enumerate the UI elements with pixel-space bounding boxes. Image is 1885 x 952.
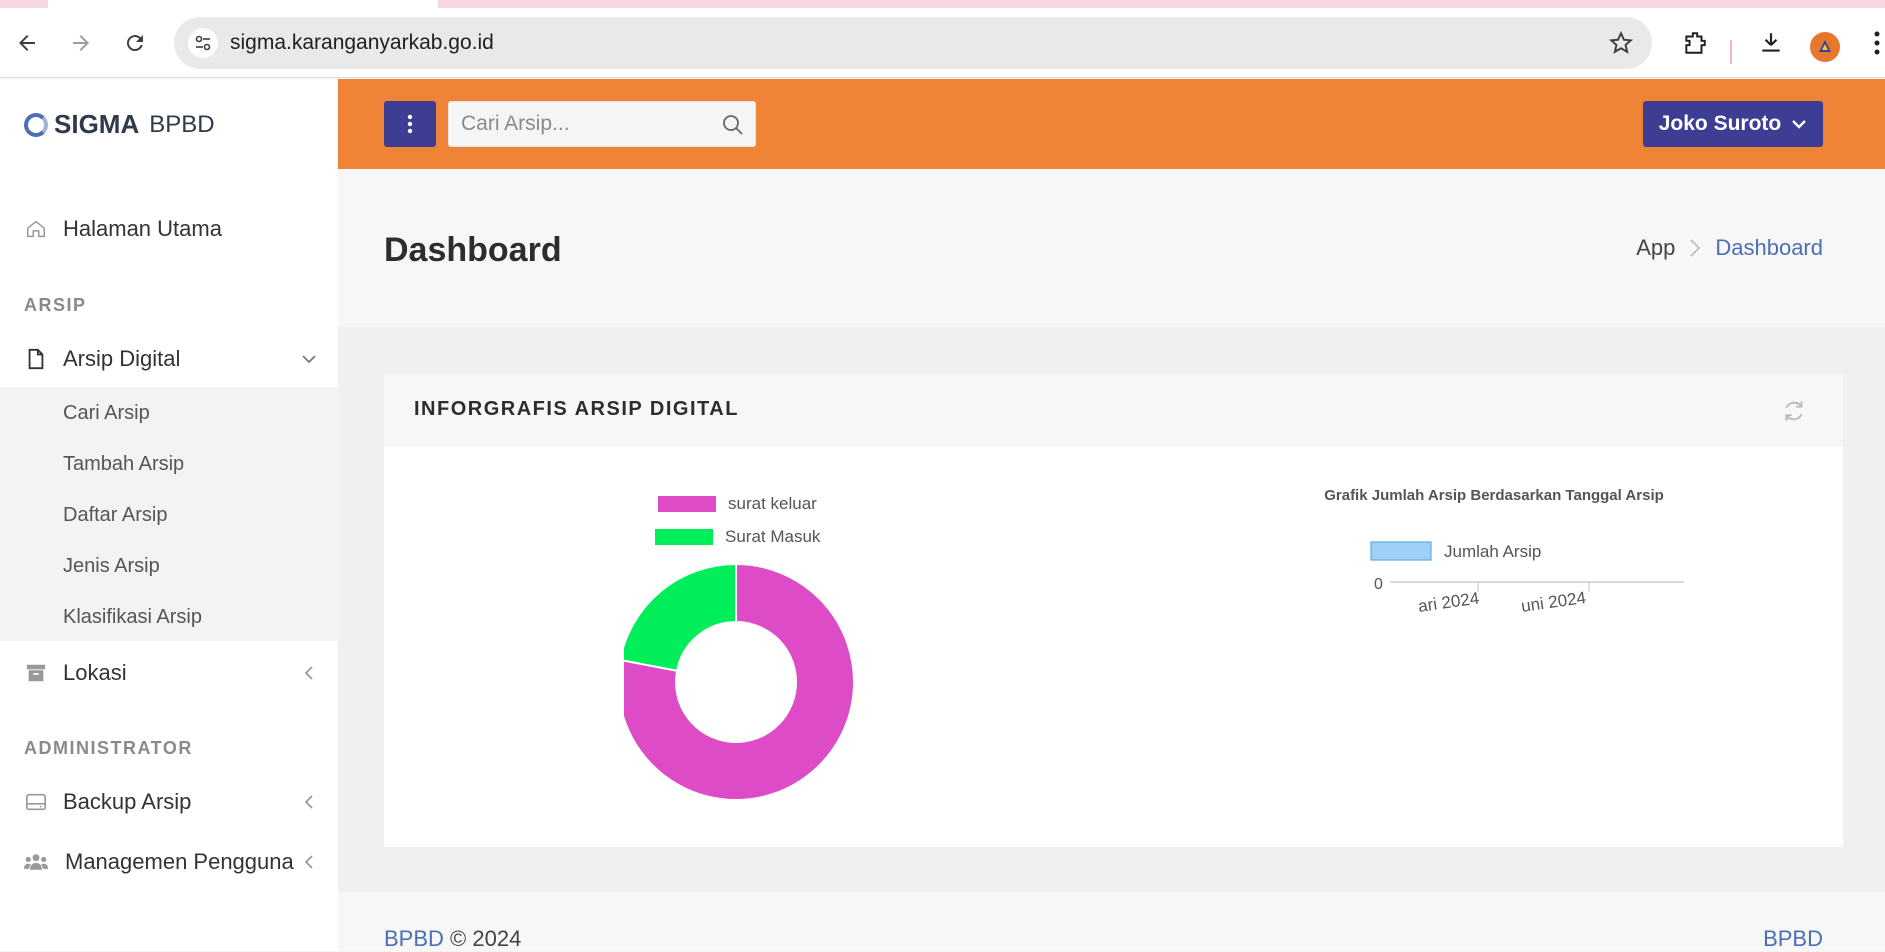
chevron-left-icon [304, 666, 313, 680]
footer-brand-link[interactable]: BPBD [384, 926, 444, 951]
page-title: Dashboard [384, 231, 562, 269]
address-bar[interactable]: sigma.karanganyarkab.go.id [174, 17, 1652, 69]
sidebar-item-label: Lokasi [63, 660, 127, 685]
archive-type-donut-chart: surat keluar Surat Masuk [624, 494, 855, 801]
y-tick-label: 0 [1374, 576, 1383, 593]
chevron-down-icon [302, 355, 316, 364]
menu-toggle-button[interactable] [384, 101, 436, 147]
search-input[interactable] [461, 102, 711, 146]
chevron-left-icon [304, 855, 313, 869]
reload-icon[interactable] [120, 28, 150, 58]
submenu-item-daftar-arsip[interactable]: Daftar Arsip [63, 504, 167, 527]
download-icon[interactable] [1756, 28, 1786, 58]
file-icon [24, 347, 48, 371]
x-tick-label: ari 2024 [1417, 589, 1480, 616]
submenu-item-klasifikasi-arsip[interactable]: Klasifikasi Arsip [63, 606, 202, 629]
top-header: Joko Suroto [338, 79, 1885, 169]
submenu-item-jenis-arsip[interactable]: Jenis Arsip [63, 555, 160, 578]
brand-logo[interactable]: SIGMA BPBD [24, 109, 215, 140]
vertical-dots-icon [407, 114, 413, 134]
home-icon [24, 217, 48, 241]
legend-swatch [658, 496, 716, 512]
search-icon[interactable] [721, 113, 745, 137]
sidebar-item-label: Halaman Utama [63, 216, 222, 241]
user-name: Joko Suroto [1658, 112, 1782, 135]
archive-box-icon [24, 661, 48, 685]
sidebar-item-label: Managemen Pengguna [65, 849, 294, 874]
legend-swatch [1370, 541, 1432, 561]
refresh-icon[interactable] [1781, 398, 1807, 424]
legend-label: Jumlah Arsip [1444, 542, 1541, 561]
sidebar-item-lokasi[interactable]: Lokasi [0, 647, 338, 699]
sidebar-item-label: Backup Arsip [63, 789, 192, 814]
chart-title: Grafik Jumlah Arsip Berdasarkan Tanggal … [1324, 487, 1664, 504]
legend-swatch [655, 529, 713, 545]
footer-copyright-text: © 2024 [450, 926, 522, 951]
breadcrumb-app[interactable]: App [1636, 235, 1675, 261]
breadcrumb: App Dashboard [1636, 235, 1823, 261]
arsip-digital-submenu: Cari Arsip Tambah Arsip Daftar Arsip Jen… [0, 387, 338, 641]
infographic-panel: INFORGRAFIS ARSIP DIGITAL surat keluar Su… [384, 374, 1843, 847]
archive-date-line-chart: Grafik Jumlah Arsip Berdasarkan Tanggal … [1324, 487, 1684, 616]
donut-slice [624, 562, 737, 672]
hard-drive-icon [24, 790, 48, 814]
footer-copyright: BPBD © 2024 [384, 926, 521, 952]
sidebar-item-home[interactable]: Halaman Utama [0, 203, 338, 255]
chevron-down-icon [1792, 120, 1807, 129]
forward-icon[interactable] [66, 28, 96, 58]
section-heading-arsip: ARSIP [24, 295, 87, 315]
site-info-icon[interactable] [188, 28, 218, 58]
user-menu-button[interactable]: Joko Suroto [1643, 101, 1823, 147]
submenu-item-cari-arsip[interactable]: Cari Arsip [63, 402, 150, 425]
content-header: Dashboard App Dashboard [338, 169, 1885, 327]
extensions-icon[interactable] [1680, 28, 1710, 58]
chevron-left-icon [304, 795, 313, 809]
users-icon [24, 850, 48, 874]
browser-tab-strip [0, 0, 1885, 8]
url-text[interactable]: sigma.karanganyarkab.go.id [230, 31, 494, 55]
profile-avatar-icon[interactable] [1810, 32, 1840, 62]
panel-title: INFORGRAFIS ARSIP DIGITAL [414, 398, 739, 420]
brand-name: SIGMA [54, 109, 140, 139]
breadcrumb-current: Dashboard [1715, 235, 1823, 260]
search-box [448, 101, 756, 147]
section-heading-administrator: ADMINISTRATOR [24, 738, 193, 758]
content-body: INFORGRAFIS ARSIP DIGITAL surat keluar Su… [338, 327, 1885, 892]
chevron-right-icon [1690, 239, 1701, 257]
browser-menu-icon[interactable] [1862, 28, 1885, 58]
footer-right-link[interactable]: BPBD [1763, 926, 1823, 952]
sigma-logo-icon [24, 112, 48, 137]
bookmark-star-icon[interactable] [1608, 30, 1634, 56]
toolbar-divider [1730, 40, 1732, 64]
browser-toolbar: sigma.karanganyarkab.go.id [0, 8, 1885, 78]
submenu-item-tambah-arsip[interactable]: Tambah Arsip [63, 453, 184, 476]
sidebar-item-label: Arsip Digital [63, 346, 181, 371]
legend-label: surat keluar [728, 494, 817, 513]
sidebar-item-managemen-pengguna[interactable]: Managemen Pengguna [0, 836, 338, 888]
panel-header: INFORGRAFIS ARSIP DIGITAL [384, 374, 1843, 447]
sidebar: SIGMA BPBD Halaman Utama ARSIP Arsip Dig… [0, 79, 338, 951]
x-tick-label: uni 2024 [1520, 588, 1587, 616]
back-icon[interactable] [12, 28, 42, 58]
active-tab[interactable] [48, 0, 438, 8]
legend-label: Surat Masuk [725, 527, 821, 546]
sidebar-item-arsip-digital[interactable]: Arsip Digital [0, 333, 338, 385]
footer: BPBD © 2024 BPBD [338, 892, 1885, 951]
brand-sub: BPBD [149, 110, 215, 138]
sidebar-item-backup-arsip[interactable]: Backup Arsip [0, 776, 338, 828]
